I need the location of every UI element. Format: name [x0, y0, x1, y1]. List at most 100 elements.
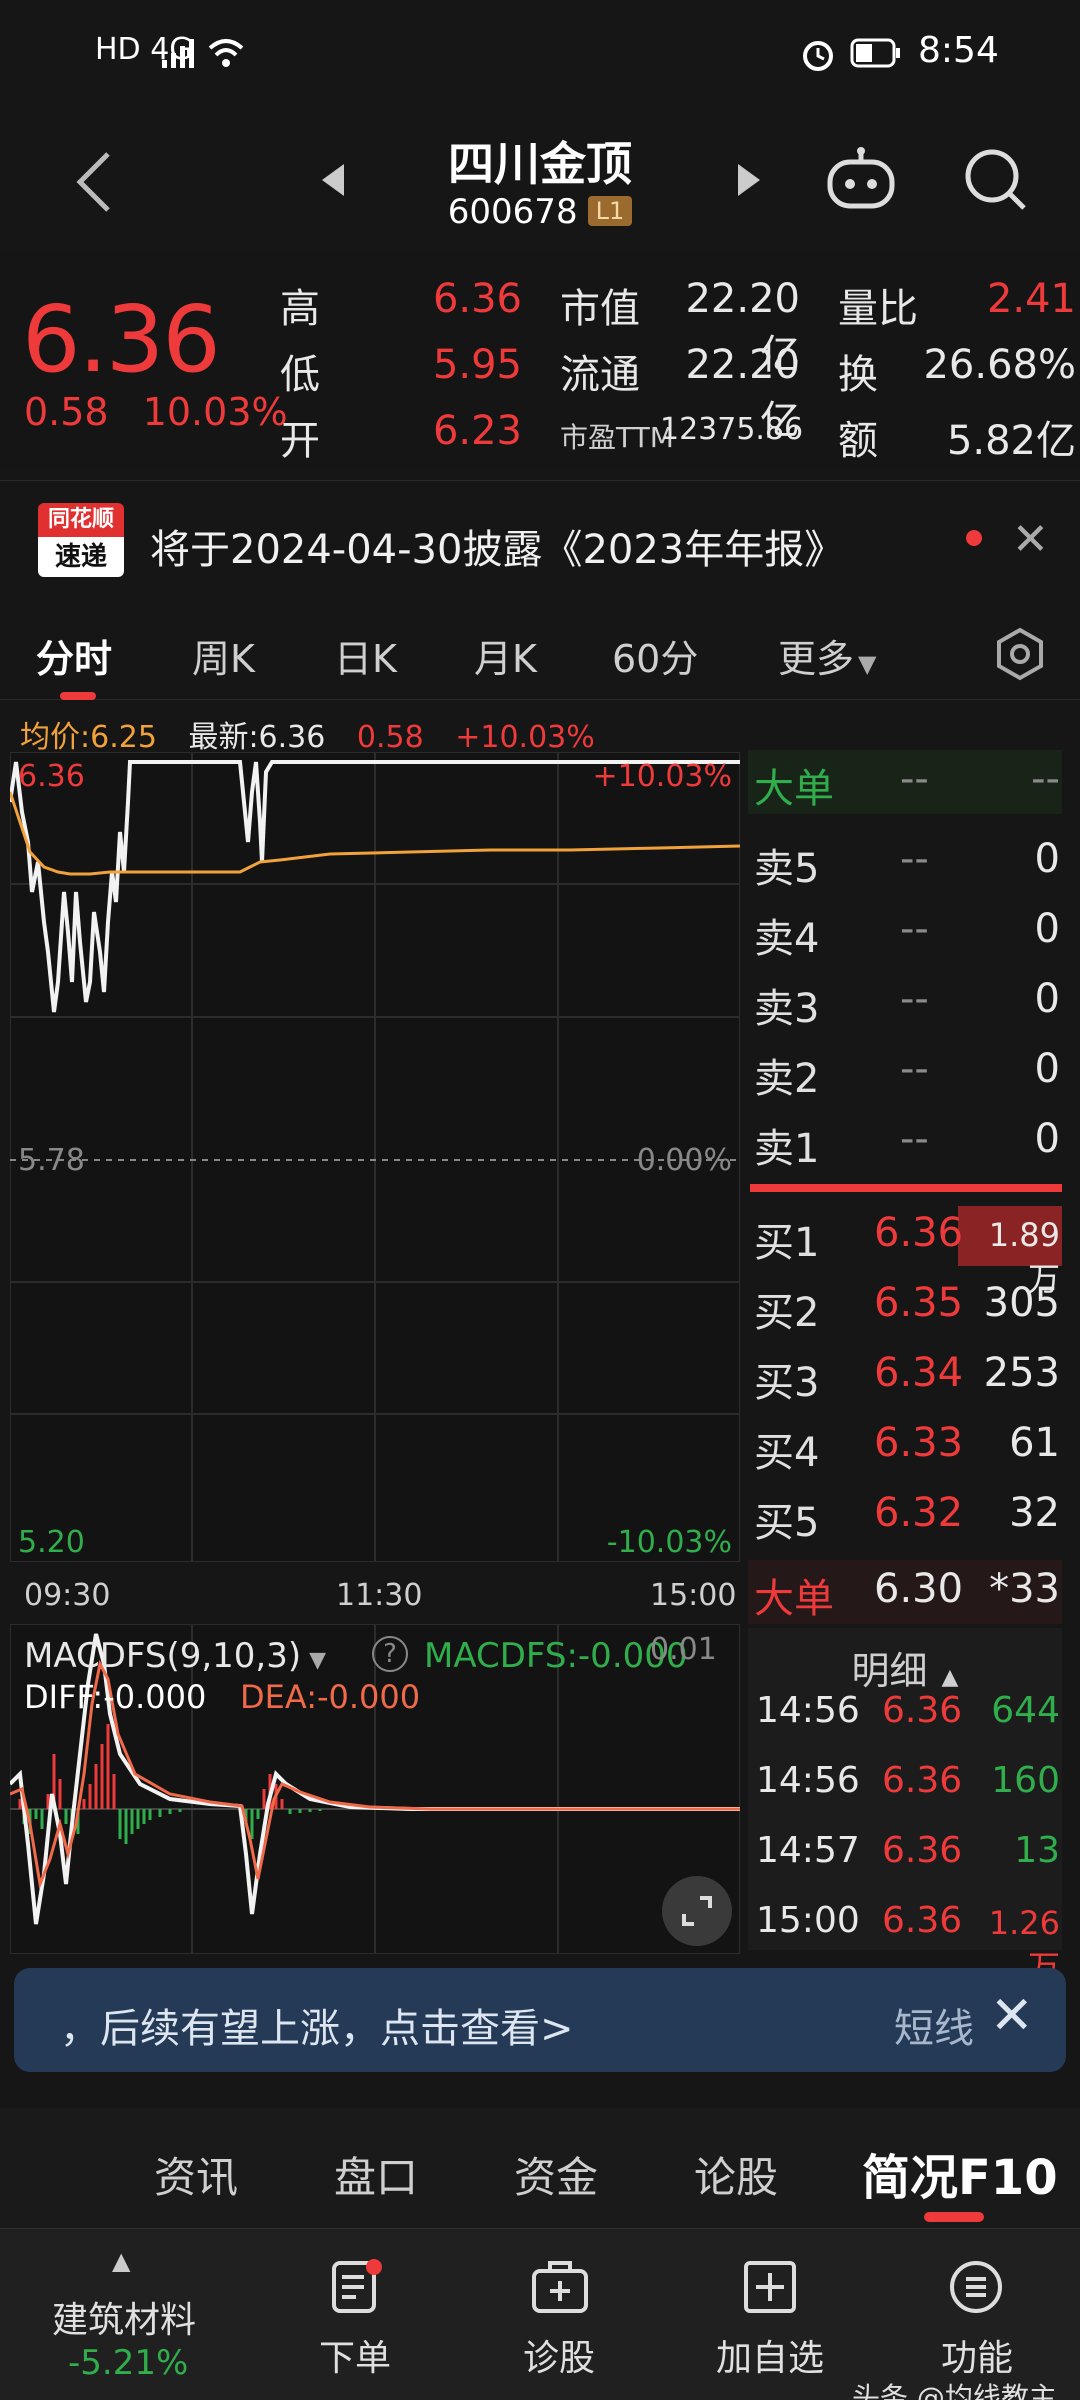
open-value: 6.23: [432, 408, 522, 454]
medical-kit-icon: [532, 2261, 588, 2313]
order-document-icon: [332, 2259, 382, 2313]
tab-more[interactable]: 更多 ▼: [778, 628, 876, 683]
next-stock-icon[interactable]: [734, 162, 764, 198]
volratio-value: 2.41: [986, 276, 1076, 322]
menu-circle-icon: [950, 2261, 1002, 2313]
tab-daily-k[interactable]: 日K: [334, 628, 397, 683]
fullscreen-button[interactable]: [662, 1876, 732, 1946]
pct-high-label: +10.03%: [592, 759, 732, 794]
x-label-close: 15:00: [650, 1578, 737, 1613]
tick-time: 14:56: [756, 1760, 860, 1801]
latest-price: 最新:6.36: [188, 720, 326, 755]
bid5-vol: 32: [1009, 1490, 1060, 1536]
tab-capital-flow[interactable]: 资金: [514, 2144, 598, 2205]
tab-news[interactable]: 资讯: [154, 2144, 238, 2205]
add-watchlist-button[interactable]: 加自选: [700, 2229, 840, 2400]
bid3-vol: 253: [983, 1350, 1060, 1396]
bid2-price: 6.35: [874, 1280, 964, 1326]
help-icon[interactable]: ?: [372, 1636, 408, 1672]
tick-time: 15:00: [756, 1900, 860, 1941]
diagnose-label: 诊股: [522, 2338, 595, 2379]
macd-title: MACDFS(9,10,3): [24, 1636, 302, 1676]
tab-order-book[interactable]: 盘口: [334, 2144, 418, 2205]
tab-monthly-k[interactable]: 月K: [474, 628, 537, 683]
bid1-label: 买1: [754, 1220, 820, 1266]
function-menu-button[interactable]: 功能: [912, 2229, 1042, 2400]
bid4-price: 6.33: [874, 1420, 964, 1466]
bid5-price: 6.32: [874, 1490, 964, 1536]
add-watchlist-label: 加自选: [715, 2338, 824, 2379]
big-order-bottom-price: 6.30: [874, 1566, 964, 1612]
change-percent: 10.03%: [142, 390, 288, 434]
y-high-label: 6.36: [18, 759, 85, 794]
search-icon[interactable]: [962, 146, 1030, 214]
ask1-label: 卖1: [754, 1126, 820, 1172]
open-label: 开: [280, 418, 320, 464]
tick-price: 6.36: [882, 1830, 963, 1871]
y-low-label: 5.20: [18, 1525, 85, 1560]
close-icon[interactable]: ✕: [990, 1986, 1034, 2046]
robot-assistant-icon[interactable]: [824, 146, 898, 212]
watermark: 头条 @均线教主: [852, 2381, 1057, 2400]
ask3-price: --: [900, 976, 929, 1022]
stock-code: 600678: [447, 192, 578, 232]
promo-banner[interactable]: ，后续有望上涨，点击查看> 短线 ✕: [14, 1968, 1066, 2072]
ask1-price: --: [900, 1116, 929, 1162]
float-label: 流通: [560, 352, 640, 398]
macd-indicator-select[interactable]: MACDFS(9,10,3) ▼: [24, 1636, 326, 1676]
alarm-icon: [803, 41, 833, 71]
signal-icon: [162, 39, 194, 68]
macd-max-label: 0.01: [650, 1632, 717, 1667]
tab-discussion[interactable]: 论股: [694, 2144, 778, 2205]
battery-icon: [850, 38, 900, 68]
price-change: 0.58 10.03%: [24, 390, 288, 434]
stock-code-row: 600678 L1: [0, 192, 1080, 232]
level-badge: L1: [587, 196, 633, 226]
tick-price: 6.36: [882, 1900, 963, 1941]
promo-banner-tag: 短线: [894, 2006, 974, 2052]
amount-label: 额: [838, 418, 878, 464]
high-label: 高: [280, 286, 320, 332]
announcement-text[interactable]: 将于2024-04-30披露《2023年年报》: [150, 517, 844, 575]
bid4-vol: 61: [1009, 1420, 1060, 1466]
volratio-label: 量比: [838, 286, 918, 332]
sector-button[interactable]: ▲ 建筑材料 -5.21%: [0, 2229, 240, 2400]
caret-up-icon: ▲: [112, 2247, 131, 2275]
status-time: 8:54: [918, 30, 999, 71]
x-label-midday: 11:30: [336, 1578, 423, 1613]
turnover-value: 26.68%: [923, 342, 1076, 388]
big-order-top-label: 大单: [754, 766, 834, 812]
news-logo-bottom: 速递: [38, 537, 124, 577]
intraday-chart[interactable]: 6.36 5.78 5.20 +10.03% 0.00% -10.03%: [10, 752, 740, 1562]
announcement-bar[interactable]: 同花顺 速递 将于2024-04-30披露《2023年年报》: [0, 480, 1080, 600]
ask4-price: --: [900, 906, 929, 952]
function-menu-label: 功能: [940, 2338, 1013, 2379]
bid4-label: 买4: [754, 1430, 820, 1476]
x-label-open: 09:30: [24, 1578, 111, 1613]
tick-time: 14:57: [756, 1830, 860, 1871]
intraday-info: 均价:6.25 最新:6.36 0.58 +10.03%: [20, 712, 595, 756]
turnover-label: 换: [838, 352, 878, 398]
tab-intraday[interactable]: 分时: [36, 628, 112, 683]
diagnose-button[interactable]: 诊股: [494, 2229, 624, 2400]
y-mid-label: 5.78: [18, 1143, 85, 1178]
low-label: 低: [280, 352, 320, 398]
tick-volume: 644: [991, 1690, 1060, 1731]
promo-banner-text[interactable]: ，后续有望上涨，点击查看>: [60, 1996, 574, 2054]
bid2-vol: 305: [983, 1280, 1060, 1326]
tick-detail-header[interactable]: 明细 ▲: [748, 1640, 1062, 1695]
avg-price: 均价:6.25: [20, 720, 157, 755]
active-tab-indicator: [60, 692, 96, 700]
news-logo-top: 同花顺: [38, 503, 124, 537]
bid2-label: 买2: [754, 1290, 820, 1336]
unread-dot: [966, 530, 982, 546]
settings-hexagon-icon[interactable]: [994, 626, 1046, 682]
place-order-button[interactable]: 下单: [290, 2229, 420, 2400]
tick-price: 6.36: [882, 1690, 963, 1731]
tab-weekly-k[interactable]: 周K: [192, 628, 255, 683]
tab-more-label: 更多: [778, 637, 855, 681]
close-icon[interactable]: ✕: [1012, 514, 1049, 565]
tab-60min[interactable]: 60分: [612, 628, 698, 683]
latest-change: 0.58: [356, 720, 424, 755]
tab-f10-overview[interactable]: 简况F10: [862, 2138, 1058, 2208]
